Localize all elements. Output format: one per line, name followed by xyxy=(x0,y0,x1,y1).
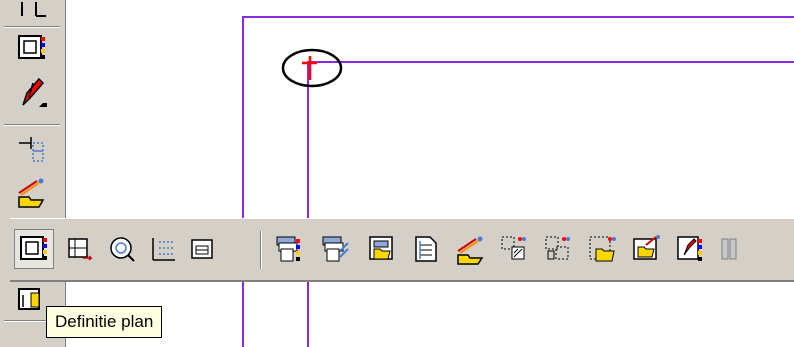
pencil-red-icon xyxy=(22,77,47,107)
definition-plan-button[interactable] xyxy=(14,229,54,269)
layer-stack-blue-icon xyxy=(322,236,349,262)
inner-left-line xyxy=(307,61,309,347)
folder-view-icon xyxy=(369,236,393,260)
grid-lines-icon xyxy=(152,238,175,261)
grid-hatch-icon xyxy=(501,236,526,260)
grid-dots-icon xyxy=(545,236,570,260)
open-folder-pen-icon xyxy=(18,178,45,208)
toolbar-separator xyxy=(260,231,262,269)
plan-frame-icon xyxy=(18,35,45,59)
columns-icon xyxy=(721,238,737,260)
layer-stack-icon xyxy=(276,236,300,262)
vtool-plan-frame[interactable] xyxy=(14,30,50,66)
origin-marker-icon[interactable] xyxy=(280,46,346,90)
frame-left-line xyxy=(242,16,244,347)
folder-edit-button[interactable] xyxy=(626,229,666,269)
grid-hatch-button[interactable] xyxy=(494,229,534,269)
vtoolbar-separator xyxy=(4,124,60,126)
folder-frame-button[interactable] xyxy=(582,229,622,269)
vtool-text-frame[interactable] xyxy=(14,282,50,318)
folder-view-button[interactable] xyxy=(362,229,402,269)
grid-lines-button[interactable] xyxy=(142,229,182,269)
zoom-frame-icon xyxy=(110,237,135,262)
frame-edit-icon xyxy=(677,236,702,261)
frame-top-line xyxy=(242,16,794,18)
vertical-toolbar xyxy=(0,0,66,347)
folder-frame-icon xyxy=(589,236,616,262)
document-list-button[interactable] xyxy=(406,229,446,269)
layer-stack-blue-button[interactable] xyxy=(316,229,356,269)
zoom-frame-button[interactable] xyxy=(102,229,142,269)
tooltip: Definitie plan xyxy=(46,306,163,338)
align-grid-icon xyxy=(19,137,44,162)
grid-add-icon xyxy=(68,238,93,261)
window-frame-icon xyxy=(191,239,213,259)
layer-stack-button[interactable] xyxy=(270,229,310,269)
frame-edit-button[interactable] xyxy=(670,229,710,269)
text-frame-icon xyxy=(18,288,40,310)
vtool-open-folder-pen[interactable] xyxy=(14,174,50,210)
pen-folder-icon xyxy=(457,236,484,265)
grid-dots-button[interactable] xyxy=(538,229,578,269)
window-frame-button[interactable] xyxy=(182,229,222,269)
drawing-canvas[interactable] xyxy=(0,0,794,347)
pen-folder-button[interactable] xyxy=(450,229,490,269)
folder-edit-icon xyxy=(633,235,660,260)
definition-plan-icon xyxy=(20,236,47,260)
document-list-icon xyxy=(415,236,437,262)
frame-top-icon xyxy=(21,2,46,17)
vtool-frame-top[interactable] xyxy=(14,0,50,22)
vtool-pencil[interactable] xyxy=(14,74,50,110)
horizontal-toolbar xyxy=(10,218,794,282)
inner-top-line xyxy=(307,61,794,63)
vtool-align-grid[interactable] xyxy=(14,132,50,168)
vtoolbar-separator xyxy=(4,26,60,28)
columns-button[interactable] xyxy=(712,229,752,269)
grid-add-button[interactable] xyxy=(60,229,100,269)
